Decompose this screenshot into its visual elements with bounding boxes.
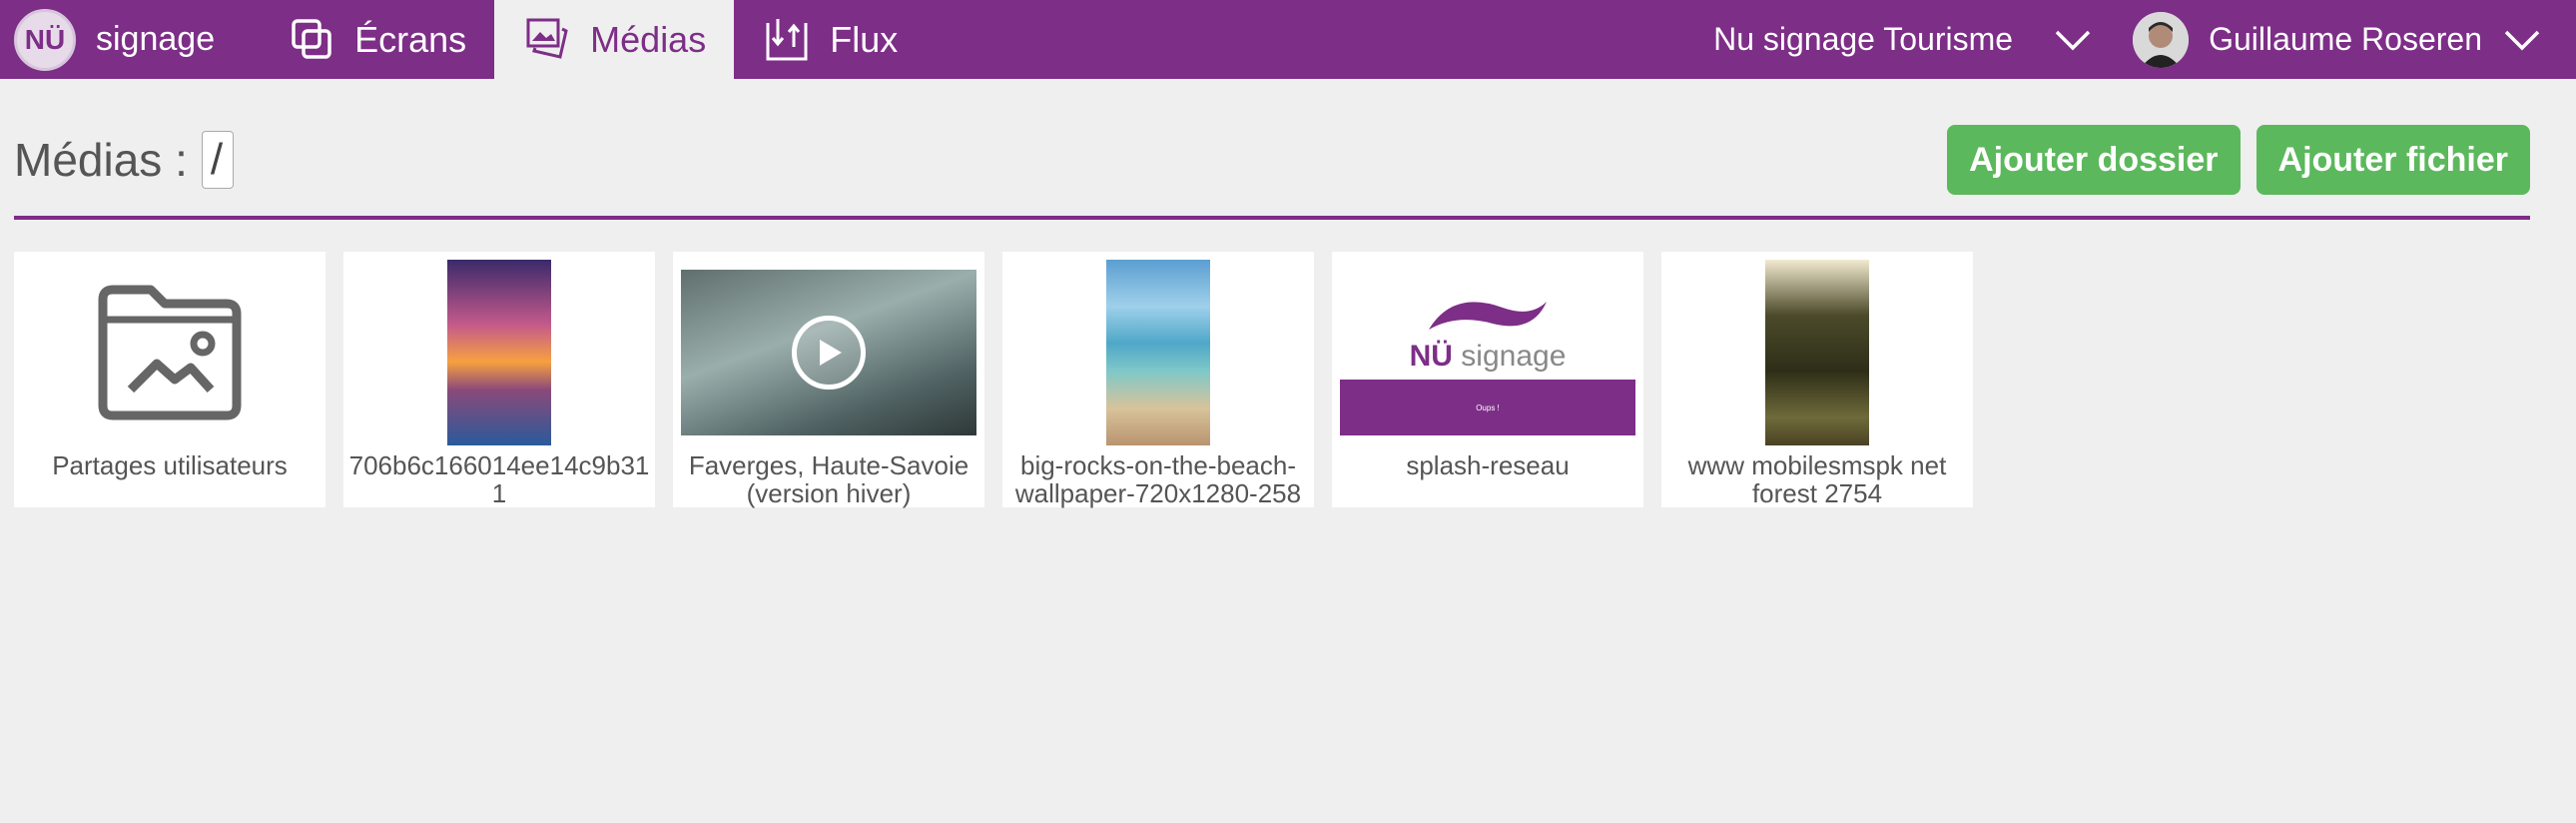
media-label: Faverges, Haute-Savoie (version hiver) — [688, 450, 969, 508]
media-card[interactable]: NÜ signage Oups ! splash-reseau — [1332, 252, 1643, 507]
screens-icon — [292, 18, 331, 59]
media-card-video[interactable]: Faverges, Haute-Savoie (version hiver) — [673, 252, 984, 507]
splash-band: Oups ! — [1340, 380, 1635, 435]
media-thumbnail: NÜ signage Oups ! — [1340, 260, 1635, 445]
media-thumbnail — [95, 260, 245, 445]
chevron-down-icon — [2504, 30, 2540, 50]
path-breadcrumb[interactable]: / — [201, 131, 234, 189]
media-label: Partages utilisateurs — [52, 450, 288, 480]
splash-image: NÜ signage Oups ! — [1340, 270, 1635, 435]
org-name: Nu signage Tourisme — [1713, 21, 2014, 57]
swoosh-logo-icon — [1429, 302, 1547, 330]
chevron-down-icon — [2055, 30, 2091, 50]
media-grid: Partages utilisateurs 706b6c166014ee14c9… — [14, 252, 1973, 507]
media-label: splash-reseau — [1406, 450, 1570, 480]
media-label: big-rocks-on-the-beach-wallpaper-720x128… — [1014, 450, 1302, 508]
nav-item-label: Écrans — [354, 18, 467, 60]
folder-image-icon — [98, 285, 242, 420]
media-thumbnail — [681, 260, 976, 445]
splash-header: NÜ signage — [1340, 270, 1635, 380]
splash-logo: NÜ signage — [1409, 340, 1567, 373]
flux-icon — [766, 18, 808, 60]
page-header: Médias : / Ajouter dossier Ajouter fichi… — [14, 120, 2530, 200]
forest-image — [1765, 260, 1869, 445]
media-icon — [526, 18, 568, 59]
media-card[interactable]: www mobilesmspk net forest 2754 — [1661, 252, 1973, 507]
header-divider — [14, 216, 2530, 220]
media-label: www mobilesmspk net forest 2754 — [1687, 450, 1947, 508]
video-thumbnail — [681, 270, 976, 435]
media-thumbnail — [1765, 260, 1869, 445]
user-menu[interactable]: Guillaume Roseren — [2109, 0, 2576, 79]
nav-item-label: Médias — [590, 18, 707, 60]
top-navbar: NÜ signage Écrans Médias Flux Nu signage… — [0, 0, 2576, 79]
play-icon — [792, 316, 866, 390]
sunset-image — [447, 260, 551, 445]
page-title: Médias : — [14, 134, 188, 186]
brand-name: signage — [96, 20, 216, 58]
add-folder-button[interactable]: Ajouter dossier — [1947, 125, 2241, 195]
media-thumbnail — [447, 260, 551, 445]
avatar — [2133, 11, 2190, 68]
media-thumbnail — [1106, 260, 1210, 445]
nav-item-flux[interactable]: Flux — [734, 0, 926, 79]
media-card[interactable]: big-rocks-on-the-beach-wallpaper-720x128… — [1002, 252, 1314, 507]
media-label: 706b6c166014ee14c9b311 — [348, 450, 650, 508]
action-buttons: Ajouter dossier Ajouter fichier — [1947, 125, 2530, 195]
beach-image — [1106, 260, 1210, 445]
add-file-button[interactable]: Ajouter fichier — [2255, 125, 2530, 195]
user-name: Guillaume Roseren — [2209, 21, 2482, 57]
media-card-folder[interactable]: Partages utilisateurs — [14, 252, 325, 507]
nav-item-medias[interactable]: Médias — [494, 0, 735, 79]
splash-band-text: Oups ! — [1476, 403, 1500, 412]
org-selector[interactable]: Nu signage Tourisme — [1713, 0, 2109, 79]
brand-logo: NÜ — [14, 8, 76, 71]
nav-item-label: Flux — [830, 18, 899, 60]
brand-link[interactable]: NÜ signage — [0, 0, 261, 79]
media-card[interactable]: 706b6c166014ee14c9b311 — [343, 252, 655, 507]
nav-item-ecrans[interactable]: Écrans — [261, 0, 494, 79]
